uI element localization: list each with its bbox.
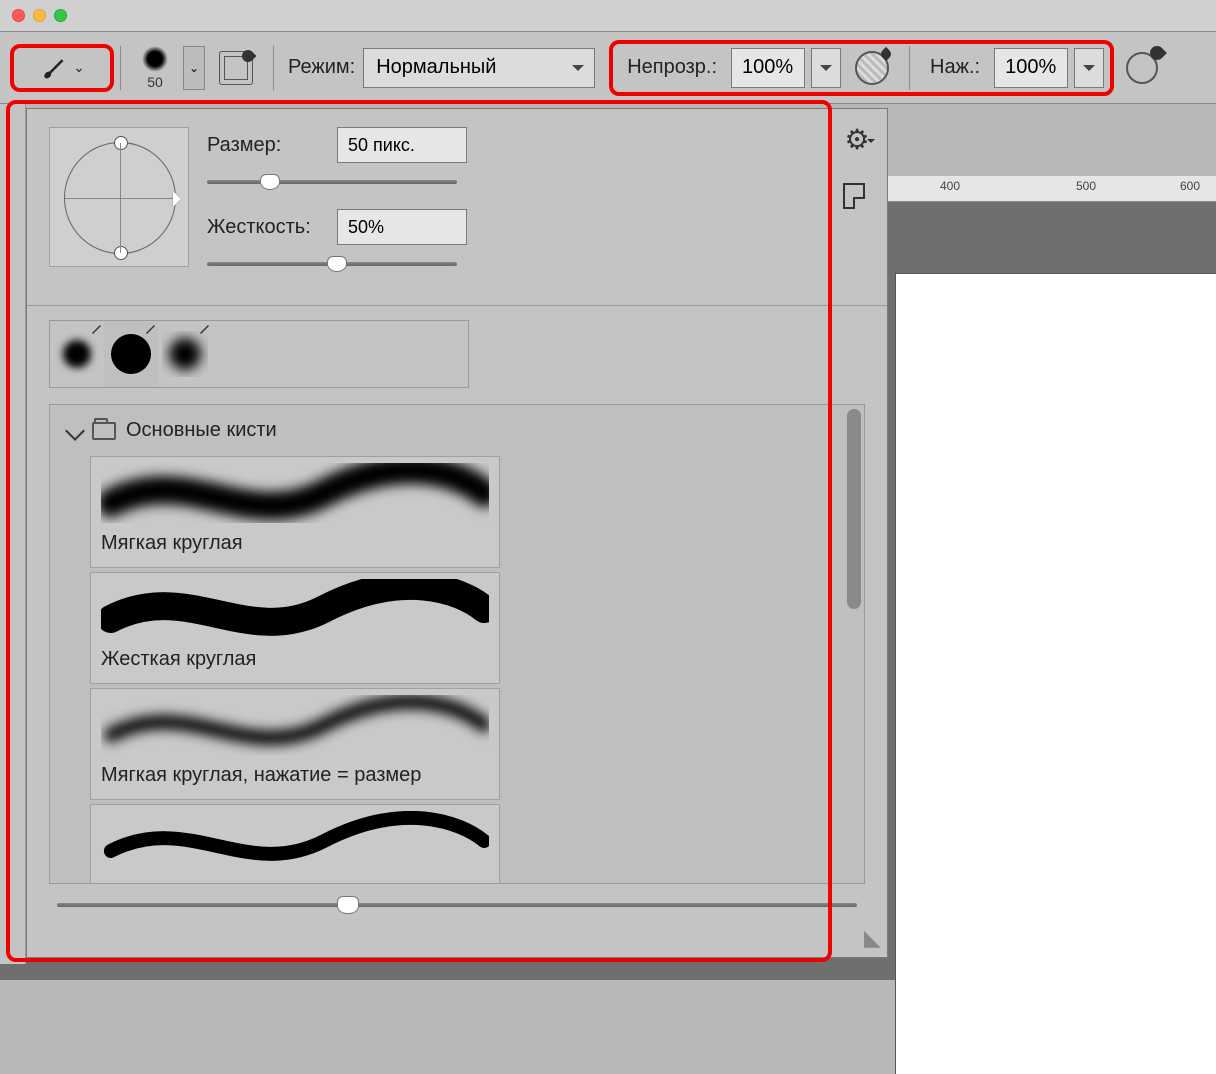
tool-preset-button[interactable]: ⌄	[10, 44, 114, 92]
preset-group-header[interactable]: Основные кисти	[50, 405, 844, 456]
recent-brushes	[27, 306, 887, 396]
brush-size-label: 50	[147, 74, 163, 90]
brush-preset-panel: Размер: 50 пикс. Жесткость: 50%	[26, 108, 888, 958]
hardness-slider[interactable]	[207, 253, 457, 275]
resize-grip-icon[interactable]: ◢	[864, 925, 881, 951]
group-name: Основные кисти	[126, 419, 277, 442]
recent-brush-item[interactable]	[50, 321, 104, 387]
brush-dot-icon	[142, 46, 168, 72]
opacity-label: Непрозр.:	[627, 56, 717, 79]
brush-icon	[39, 54, 67, 82]
preset-label: Мягкая круглая, нажатие = размер	[101, 764, 489, 787]
chevron-down-icon: ⌄	[73, 59, 85, 76]
preset-item[interactable]: Мягкая круглая, нажатие = размер	[90, 688, 500, 800]
gear-icon[interactable]	[843, 123, 871, 151]
divider	[273, 46, 274, 90]
angle-handle[interactable]	[114, 246, 128, 260]
panel-header: Размер: 50 пикс. Жесткость: 50%	[27, 109, 887, 306]
preset-label: Жесткая круглая	[101, 648, 489, 671]
flow-input[interactable]: 100%	[994, 48, 1068, 88]
brush-size-preview[interactable]: 50	[127, 46, 183, 90]
brush-settings-button[interactable]	[219, 51, 253, 85]
preset-item[interactable]: Жесткая круглая	[90, 572, 500, 684]
pressure-opacity-icon[interactable]	[855, 51, 889, 85]
left-toolstrip	[0, 104, 26, 964]
recent-brush-item[interactable]	[158, 321, 212, 387]
edit-badge-icon	[198, 323, 210, 335]
opacity-input[interactable]: 100%	[731, 48, 805, 88]
close-window-button[interactable]	[12, 9, 25, 22]
zoom-window-button[interactable]	[54, 9, 67, 22]
slider-thumb[interactable]	[260, 174, 280, 190]
thumbnail-size-slider[interactable]	[57, 892, 857, 918]
blend-mode-value: Нормальный	[376, 56, 496, 79]
size-label: Размер:	[207, 134, 337, 157]
opacity-dropdown[interactable]	[811, 48, 841, 88]
hardness-label: Жесткость:	[207, 216, 337, 239]
preset-label: Мягкая круглая	[101, 532, 489, 555]
angle-handle[interactable]	[114, 136, 128, 150]
ruler-tick: 400	[940, 179, 960, 193]
options-bar: ⌄ 50 ⌄ Режим: Нормальный Непрозр.: 100% …	[0, 32, 1216, 104]
preset-item[interactable]: Жесткая круглая, нажатие = размер	[90, 804, 500, 883]
brush-angle-control[interactable]	[49, 127, 189, 267]
new-preset-icon[interactable]	[843, 183, 865, 209]
hardness-input[interactable]: 50%	[337, 209, 467, 245]
recent-brush-item[interactable]	[104, 321, 158, 387]
size-input[interactable]: 50 пикс.	[337, 127, 467, 163]
preset-list: Основные кисти Мягкая круглая Жесткая кр…	[49, 404, 865, 884]
window-titlebar	[0, 0, 1216, 32]
angle-arrow-icon[interactable]	[173, 191, 189, 207]
divider	[120, 46, 121, 90]
divider	[909, 46, 910, 90]
preset-label: Жесткая круглая, нажатие = размер	[101, 880, 489, 883]
slider-thumb[interactable]	[337, 896, 359, 914]
airbrush-icon[interactable]	[1122, 48, 1162, 88]
slider-thumb[interactable]	[327, 256, 347, 272]
minimize-window-button[interactable]	[33, 9, 46, 22]
ruler-tick: 600	[1180, 179, 1200, 193]
size-slider[interactable]	[207, 171, 457, 193]
flow-label: Наж.:	[930, 56, 980, 79]
scrollbar-thumb[interactable]	[847, 409, 861, 609]
ruler-tick: 500	[1076, 179, 1096, 193]
opacity-flow-group: Непрозр.: 100% Наж.: 100%	[609, 40, 1114, 96]
mode-label: Режим:	[288, 56, 355, 79]
blend-mode-select[interactable]: Нормальный	[363, 48, 595, 88]
flow-dropdown[interactable]	[1074, 48, 1104, 88]
preset-item[interactable]: Мягкая круглая	[90, 456, 500, 568]
vertical-scrollbar[interactable]	[844, 405, 864, 883]
brush-picker-dropdown[interactable]: ⌄	[183, 46, 205, 90]
canvas[interactable]	[896, 274, 1216, 1074]
edit-badge-icon	[90, 323, 102, 335]
edit-badge-icon	[144, 323, 156, 335]
folder-icon	[92, 422, 116, 440]
